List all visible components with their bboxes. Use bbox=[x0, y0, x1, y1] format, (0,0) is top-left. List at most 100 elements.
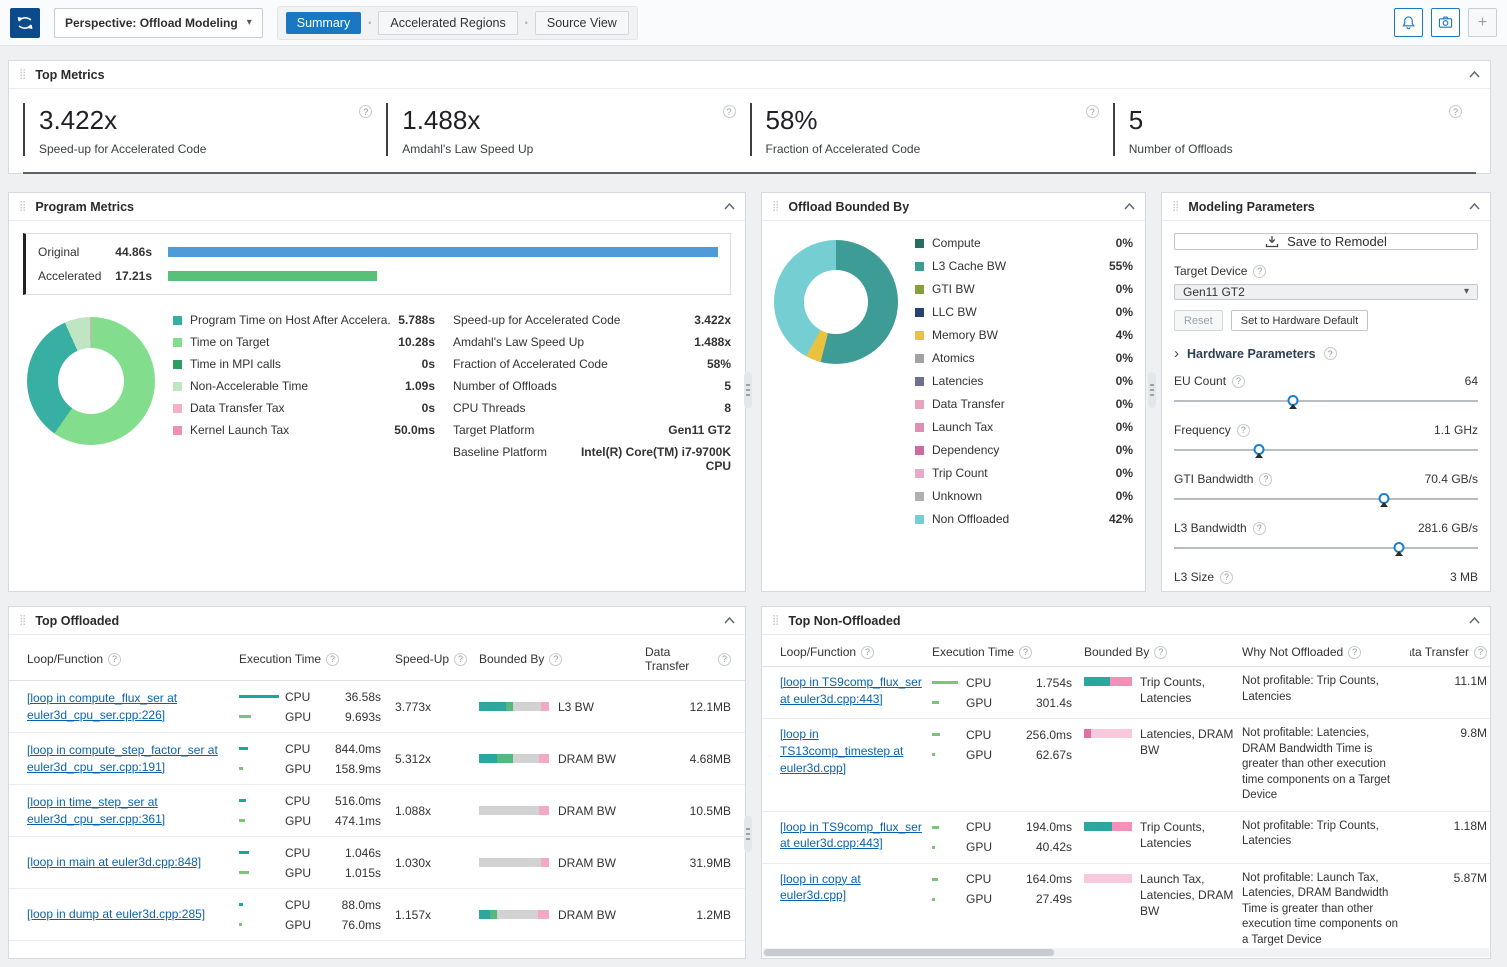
column-header: Data Transfer? bbox=[645, 645, 745, 673]
bounded-by-label: DRAM BW bbox=[558, 752, 616, 766]
data-transfer-value: 1.18M bbox=[1410, 819, 1490, 833]
loop-link[interactable]: [loop in copy at euler3d.cpp] bbox=[780, 871, 924, 905]
legend-value: 0% bbox=[1116, 282, 1133, 296]
stat-row: Number of Offloads5 bbox=[453, 379, 731, 393]
gpu-time: 158.9ms bbox=[315, 762, 381, 776]
help-icon[interactable]: ? bbox=[1019, 646, 1032, 659]
bounded-by-label: Latencies, DRAM BW bbox=[1140, 726, 1236, 758]
slider-default-marker bbox=[1395, 551, 1403, 556]
loop-link[interactable]: [loop in time_step_ser at euler3d_cpu_se… bbox=[27, 794, 229, 828]
scrollbar-thumb[interactable] bbox=[764, 949, 1054, 956]
help-icon[interactable]: ? bbox=[723, 105, 736, 118]
drag-grip-icon[interactable]: ⣿ bbox=[772, 616, 779, 626]
reset-button[interactable]: Reset bbox=[1174, 310, 1223, 331]
l3-bandwidth-slider[interactable] bbox=[1174, 542, 1478, 557]
legend-swatch bbox=[915, 262, 924, 271]
help-icon[interactable]: ? bbox=[861, 646, 874, 659]
help-icon[interactable]: ? bbox=[1086, 105, 1099, 118]
help-icon[interactable]: ? bbox=[1232, 375, 1245, 388]
help-icon[interactable]: ? bbox=[454, 653, 467, 666]
collapse-chevron-icon[interactable] bbox=[1469, 203, 1480, 210]
tab-source-view[interactable]: Source View bbox=[535, 11, 629, 35]
column-header: Bounded By? bbox=[1084, 645, 1242, 659]
collapse-chevron-icon[interactable] bbox=[724, 617, 735, 624]
cpu-time-bar bbox=[239, 799, 246, 802]
panel-splitter-handle[interactable] bbox=[744, 372, 752, 408]
help-icon[interactable]: ? bbox=[1348, 646, 1361, 659]
loop-link[interactable]: [loop in TS9comp_flux_ser at euler3d.cpp… bbox=[780, 819, 924, 853]
legend-item: Non Offloaded42% bbox=[915, 512, 1133, 526]
drag-grip-icon[interactable]: ⣿ bbox=[19, 616, 26, 626]
column-header: Bounded By? bbox=[479, 652, 645, 666]
bounded-by-bar bbox=[479, 858, 549, 867]
panel-splitter-handle[interactable] bbox=[1148, 372, 1156, 408]
legend-swatch bbox=[173, 338, 182, 347]
hardware-parameters-toggle[interactable]: › Hardware Parameters ? bbox=[1174, 346, 1478, 361]
gti-bandwidth-slider[interactable] bbox=[1174, 493, 1478, 508]
legend-swatch bbox=[173, 316, 182, 325]
program-time-donut-chart bbox=[27, 317, 155, 445]
perspective-dropdown[interactable]: Perspective: Offload Modeling ▾ bbox=[54, 8, 263, 38]
help-icon[interactable]: ? bbox=[1154, 646, 1167, 659]
tab-separator-dot: • bbox=[525, 18, 528, 28]
help-icon[interactable]: ? bbox=[1324, 347, 1337, 360]
notifications-button[interactable] bbox=[1394, 8, 1423, 37]
metric-label: Amdahl's Law Speed Up bbox=[402, 142, 735, 156]
help-icon[interactable]: ? bbox=[549, 653, 562, 666]
help-icon[interactable]: ? bbox=[1220, 571, 1233, 584]
help-icon[interactable]: ? bbox=[1259, 473, 1272, 486]
loop-link[interactable]: [loop in dump at euler3d.cpp:285] bbox=[27, 906, 205, 923]
cpu-time: 516.0ms bbox=[315, 794, 381, 808]
collapse-chevron-icon[interactable] bbox=[1469, 71, 1480, 78]
drag-grip-icon[interactable]: ⣿ bbox=[19, 202, 26, 212]
gpu-time: 1.015s bbox=[315, 866, 381, 880]
snapshot-button[interactable] bbox=[1431, 8, 1460, 37]
help-icon[interactable]: ? bbox=[359, 105, 372, 118]
loop-link[interactable]: [loop in TS9comp_flux_ser at euler3d.cpp… bbox=[780, 674, 924, 708]
original-time-bar: Original 44.86s bbox=[38, 245, 718, 259]
help-icon[interactable]: ? bbox=[1237, 424, 1250, 437]
help-icon[interactable]: ? bbox=[1253, 522, 1266, 535]
eu-count-slider[interactable] bbox=[1174, 395, 1478, 410]
drag-grip-icon[interactable]: ⣿ bbox=[1172, 202, 1179, 212]
slider-value: 3 MB bbox=[1450, 570, 1478, 584]
collapse-chevron-icon[interactable] bbox=[724, 203, 735, 210]
add-panel-button[interactable]: + bbox=[1468, 8, 1497, 37]
help-icon[interactable]: ? bbox=[326, 653, 339, 666]
collapse-chevron-icon[interactable] bbox=[1124, 203, 1135, 210]
legend-label: Program Time on Host After Accelera... bbox=[190, 313, 390, 327]
loop-link[interactable]: [loop in compute_step_factor_ser at eule… bbox=[27, 742, 229, 776]
save-to-remodel-button[interactable]: Save to Remodel bbox=[1174, 233, 1478, 250]
caret-down-icon: ▾ bbox=[247, 18, 252, 28]
data-transfer-value: 5.87M bbox=[1410, 871, 1490, 885]
help-icon[interactable]: ? bbox=[1253, 265, 1266, 278]
legend-item: Time on Target10.28s bbox=[173, 335, 435, 349]
legend-item: Time in MPI calls0s bbox=[173, 357, 435, 371]
gpu-time: 76.0ms bbox=[315, 918, 381, 932]
gpu-time-bar bbox=[239, 871, 249, 874]
loop-link[interactable]: [loop in main at euler3d.cpp:848] bbox=[27, 854, 201, 871]
loop-link[interactable]: [loop in TS13comp_timestep at euler3d.cp… bbox=[780, 726, 924, 776]
slider-label: Frequency bbox=[1174, 423, 1231, 437]
help-icon[interactable]: ? bbox=[718, 653, 731, 666]
target-device-select[interactable]: Gen11 GT2 ▾ bbox=[1174, 284, 1478, 300]
help-icon[interactable]: ? bbox=[1449, 105, 1462, 118]
tab-summary[interactable]: Summary bbox=[286, 12, 361, 34]
horizontal-scrollbar[interactable] bbox=[763, 948, 1489, 957]
help-icon[interactable]: ? bbox=[108, 653, 121, 666]
drag-grip-icon[interactable]: ⣿ bbox=[19, 70, 26, 80]
collapse-chevron-icon[interactable] bbox=[1469, 617, 1480, 624]
frequency-slider[interactable] bbox=[1174, 444, 1478, 459]
help-icon[interactable]: ? bbox=[1474, 646, 1487, 659]
tab-accelerated-regions[interactable]: Accelerated Regions bbox=[378, 11, 517, 35]
set-hardware-default-button[interactable]: Set to Hardware Default bbox=[1231, 310, 1368, 331]
drag-grip-icon[interactable]: ⣿ bbox=[772, 202, 779, 212]
legend-swatch bbox=[173, 360, 182, 369]
panel-splitter-handle[interactable] bbox=[744, 816, 752, 852]
bar bbox=[168, 247, 718, 257]
bar bbox=[168, 271, 377, 281]
legend-value: 0s bbox=[422, 401, 435, 415]
loop-link[interactable]: [loop in compute_flux_ser at euler3d_cpu… bbox=[27, 690, 229, 724]
metric-label: Number of Offloads bbox=[1129, 142, 1462, 156]
stat-value: 3.422x bbox=[694, 313, 731, 327]
